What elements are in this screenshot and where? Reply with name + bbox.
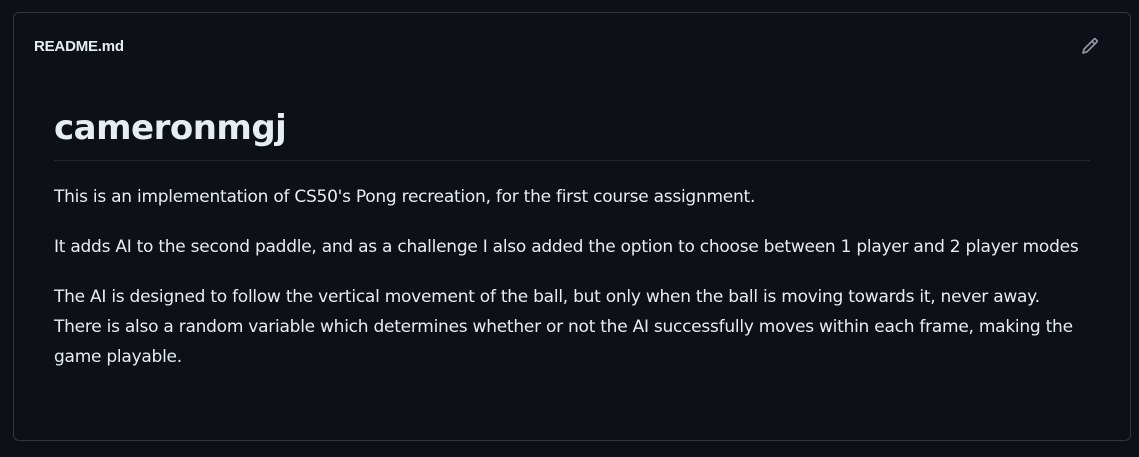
pencil-icon[interactable] — [1080, 36, 1100, 56]
readme-panel: README.md cameronmgj This is an implemen… — [13, 12, 1131, 441]
readme-paragraph-1: This is an implementation of CS50's Pong… — [54, 187, 756, 207]
readme-paragraph-2: It adds AI to the second paddle, and as … — [54, 237, 1079, 257]
readme-title: cameronmgj — [54, 105, 1090, 161]
readme-filename: README.md — [34, 37, 124, 55]
readme-paragraph-3: The AI is designed to follow the vertica… — [54, 287, 1073, 367]
readme-content: cameronmgj This is an implementation of … — [14, 105, 1130, 372]
pencil-icon-svg — [1082, 38, 1098, 54]
readme-header: README.md — [14, 13, 1130, 79]
